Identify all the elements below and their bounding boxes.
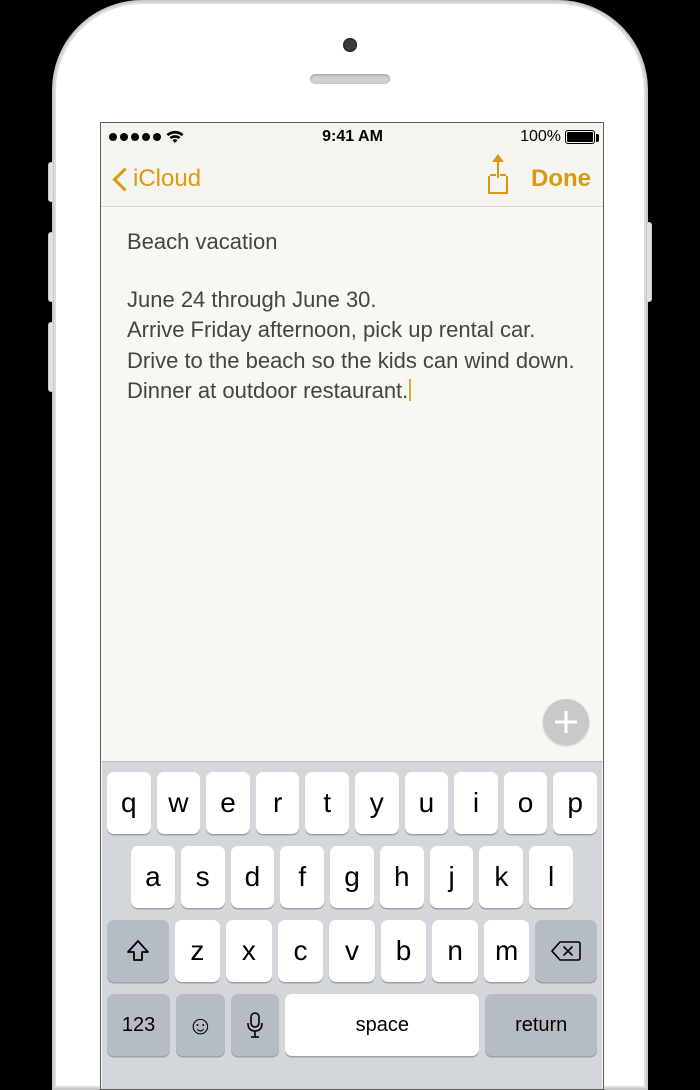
mute-switch xyxy=(48,162,54,202)
chevron-left-icon xyxy=(113,165,129,193)
key-i[interactable]: i xyxy=(454,772,498,834)
key-b[interactable]: b xyxy=(381,920,427,982)
keyboard-row-3: zxcvbnm xyxy=(107,920,597,982)
key-x[interactable]: x xyxy=(226,920,272,982)
plus-icon xyxy=(555,711,577,733)
delete-icon xyxy=(551,940,581,962)
phone-frame: 9:41 AM 100% iCloud Done Beach vacation xyxy=(52,0,648,1090)
key-u[interactable]: u xyxy=(405,772,449,834)
key-f[interactable]: f xyxy=(280,846,324,908)
key-z[interactable]: z xyxy=(175,920,221,982)
note-body-text: June 24 through June 30.Arrive Friday af… xyxy=(127,285,577,406)
shift-icon xyxy=(125,938,151,964)
key-s[interactable]: s xyxy=(181,846,225,908)
note-title: Beach vacation xyxy=(127,229,577,255)
key-p[interactable]: p xyxy=(553,772,597,834)
return-key[interactable]: return xyxy=(485,994,597,1056)
key-m[interactable]: m xyxy=(484,920,530,982)
power-button xyxy=(646,222,652,302)
key-n[interactable]: n xyxy=(432,920,478,982)
cellular-signal-icon xyxy=(109,133,161,141)
numbers-key[interactable]: 123 xyxy=(107,994,170,1056)
keyboard-row-2: asdfghjkl xyxy=(107,846,597,908)
key-t[interactable]: t xyxy=(305,772,349,834)
screen: 9:41 AM 100% iCloud Done Beach vacation xyxy=(100,122,604,1090)
key-o[interactable]: o xyxy=(504,772,548,834)
key-w[interactable]: w xyxy=(157,772,201,834)
key-j[interactable]: j xyxy=(430,846,474,908)
volume-down-button xyxy=(48,322,54,392)
shift-key[interactable] xyxy=(107,920,169,982)
volume-up-button xyxy=(48,232,54,302)
share-button[interactable] xyxy=(485,164,511,194)
front-camera xyxy=(343,38,357,52)
delete-key[interactable] xyxy=(535,920,597,982)
key-h[interactable]: h xyxy=(380,846,424,908)
key-e[interactable]: e xyxy=(206,772,250,834)
earpiece-speaker xyxy=(310,74,390,84)
key-l[interactable]: l xyxy=(529,846,573,908)
key-q[interactable]: q xyxy=(107,772,151,834)
key-y[interactable]: y xyxy=(355,772,399,834)
emoji-icon: ☺ xyxy=(187,1010,214,1041)
add-attachment-button[interactable] xyxy=(543,699,589,745)
key-k[interactable]: k xyxy=(479,846,523,908)
battery-percent: 100% xyxy=(520,128,561,146)
key-r[interactable]: r xyxy=(256,772,300,834)
done-button[interactable]: Done xyxy=(531,165,591,193)
status-time: 9:41 AM xyxy=(185,128,520,146)
dictation-key[interactable] xyxy=(231,994,280,1056)
keyboard: qwertyuiop asdfghjkl zxcvbnm 123 ☺ space… xyxy=(102,761,602,1089)
keyboard-row-1: qwertyuiop xyxy=(107,772,597,834)
back-button[interactable]: iCloud xyxy=(113,165,201,193)
status-bar: 9:41 AM 100% xyxy=(101,123,603,151)
nav-bar: iCloud Done xyxy=(101,151,603,207)
key-v[interactable]: v xyxy=(329,920,375,982)
key-g[interactable]: g xyxy=(330,846,374,908)
emoji-key[interactable]: ☺ xyxy=(176,994,225,1056)
key-c[interactable]: c xyxy=(278,920,324,982)
keyboard-row-4: 123 ☺ space return xyxy=(107,994,597,1056)
key-a[interactable]: a xyxy=(131,846,175,908)
note-editor[interactable]: Beach vacation June 24 through June 30.A… xyxy=(101,207,603,759)
battery-icon xyxy=(565,130,595,144)
back-label: iCloud xyxy=(133,165,201,193)
microphone-icon xyxy=(246,1011,264,1039)
space-key[interactable]: space xyxy=(285,994,479,1056)
wifi-icon xyxy=(165,130,185,144)
key-d[interactable]: d xyxy=(231,846,275,908)
text-cursor xyxy=(409,379,411,401)
